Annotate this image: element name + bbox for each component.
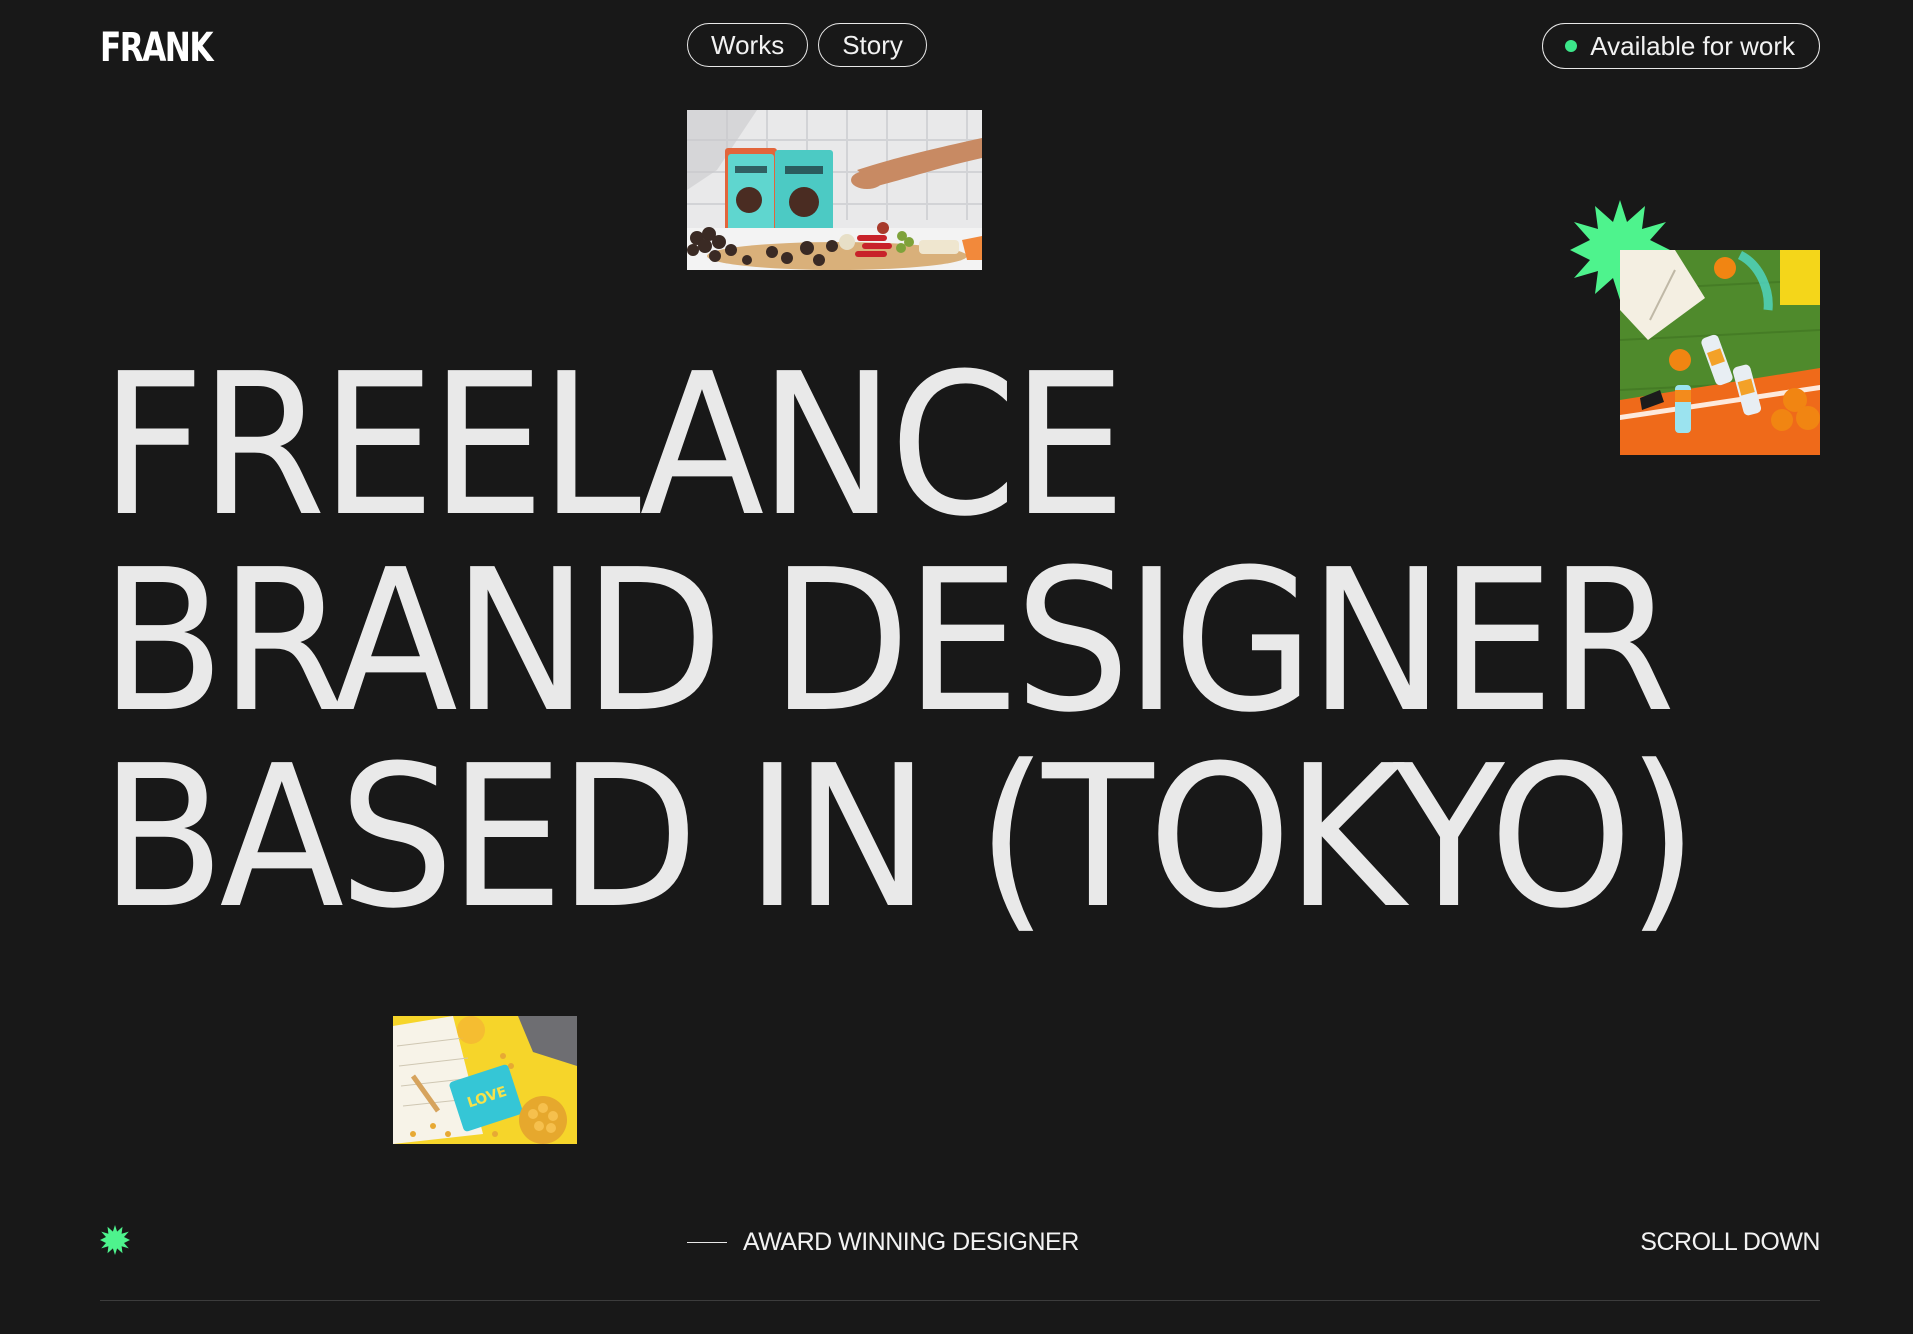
- availability-label: Available for work: [1590, 30, 1795, 61]
- award-caption: AWARD WINNING DESIGNER: [687, 1228, 1079, 1257]
- snack-photo-illustration: [687, 110, 982, 270]
- hero-line-3: BASED IN (TOKYO): [100, 724, 1698, 952]
- hero-line-2: BRAND DESIGNER: [100, 528, 1676, 756]
- hero-line-1: FREELANCE: [100, 332, 1126, 560]
- nav-story-button[interactable]: Story: [818, 23, 927, 67]
- section-divider: [100, 1300, 1820, 1301]
- main-nav: Works Story: [687, 23, 927, 67]
- site-logo[interactable]: FRANK: [100, 24, 214, 72]
- project-image-popcorn[interactable]: LOVE: [393, 1016, 577, 1144]
- popcorn-photo-illustration: LOVE: [393, 1016, 577, 1144]
- starburst-small-shape: [100, 1225, 130, 1255]
- page: FRANK Works Story Available for work FRE…: [0, 0, 1913, 1334]
- project-image-snacks[interactable]: [687, 110, 982, 270]
- scroll-down-link[interactable]: SCROLL DOWN: [1640, 1228, 1820, 1257]
- nav-works-button[interactable]: Works: [687, 23, 809, 67]
- availability-badge[interactable]: Available for work: [1542, 23, 1820, 69]
- hero-headline: FREELANCE BRAND DESIGNER BASED IN (TOKYO…: [100, 332, 1698, 952]
- status-dot-icon: [1565, 40, 1578, 52]
- award-dash-line: [687, 1241, 727, 1244]
- starburst-small-icon: [100, 1225, 130, 1255]
- award-label: AWARD WINNING DESIGNER: [743, 1228, 1079, 1256]
